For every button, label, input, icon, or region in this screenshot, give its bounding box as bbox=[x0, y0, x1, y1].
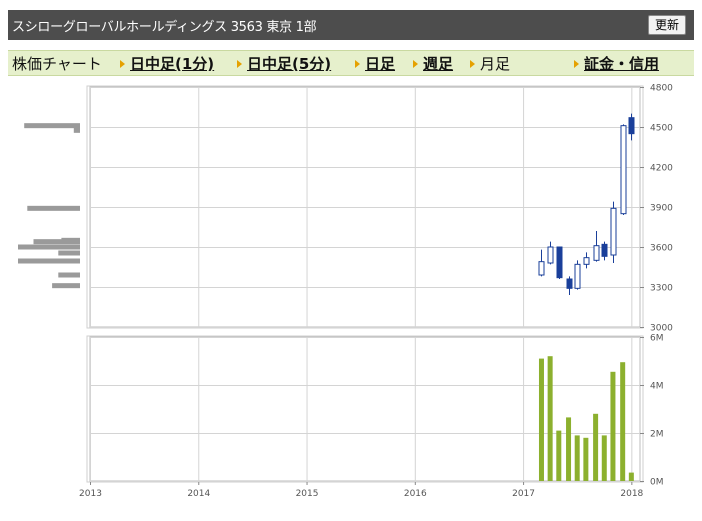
volume-bar bbox=[601, 435, 607, 481]
volume-bar bbox=[593, 413, 599, 481]
x-tick-label: 2018 bbox=[620, 489, 643, 499]
x-tick-label: 2015 bbox=[296, 489, 319, 499]
volume-bar bbox=[547, 356, 553, 481]
volume-by-price-bar bbox=[52, 283, 80, 289]
volume-bar bbox=[583, 437, 589, 481]
candle-up bbox=[620, 125, 627, 215]
price-tick-label: 4500 bbox=[650, 124, 673, 134]
candle-up bbox=[593, 245, 600, 261]
x-tick-label: 2013 bbox=[79, 489, 102, 499]
candle-up bbox=[538, 261, 545, 276]
volume-bar bbox=[610, 371, 616, 481]
price-tick-label: 3900 bbox=[650, 204, 673, 214]
candle-down bbox=[601, 243, 608, 257]
volume-bar bbox=[628, 472, 634, 481]
x-tick-label: 2016 bbox=[404, 489, 427, 499]
price-tick-label: 4200 bbox=[650, 164, 673, 174]
candle-up bbox=[610, 207, 617, 256]
volume-by-price-bar bbox=[33, 239, 80, 245]
volume-bar bbox=[538, 358, 544, 481]
volume-tick-label: 4M bbox=[650, 382, 664, 392]
x-tick-label: 2017 bbox=[512, 489, 535, 499]
volume-tick-label: 0M bbox=[650, 478, 664, 488]
volume-by-price-bar bbox=[18, 258, 80, 264]
candle-down bbox=[628, 117, 635, 135]
volume-by-price-bar bbox=[24, 123, 80, 129]
volume-bar bbox=[566, 417, 572, 481]
volume-by-price-bar bbox=[18, 244, 80, 250]
price-tick-label: 4800 bbox=[650, 84, 673, 94]
x-tick-label: 2014 bbox=[187, 489, 210, 499]
stock-chart: 2013 2014 2015 2016 2017 2018 3000 3300 3600 3900… bbox=[18, 84, 673, 499]
volume-tick-label: 6M bbox=[650, 334, 664, 344]
price-tick-label: 3000 bbox=[650, 324, 673, 334]
candle-down bbox=[556, 246, 563, 279]
volume-by-price-bar bbox=[73, 127, 80, 133]
price-tick-label: 3600 bbox=[650, 244, 673, 254]
price-tick-label: 3300 bbox=[650, 284, 673, 294]
candle-up bbox=[583, 257, 590, 265]
volume-bar bbox=[574, 435, 580, 481]
volume-by-price-bar bbox=[58, 250, 80, 256]
volume-bar bbox=[556, 430, 562, 481]
candle-up bbox=[547, 246, 554, 264]
volume-bar bbox=[620, 362, 626, 481]
volume-tick-label: 2M bbox=[650, 430, 664, 440]
candle-down bbox=[566, 278, 573, 289]
volume-by-price-bar bbox=[27, 205, 80, 211]
candle-up bbox=[574, 263, 581, 289]
volume-by-price-bar bbox=[58, 272, 80, 278]
